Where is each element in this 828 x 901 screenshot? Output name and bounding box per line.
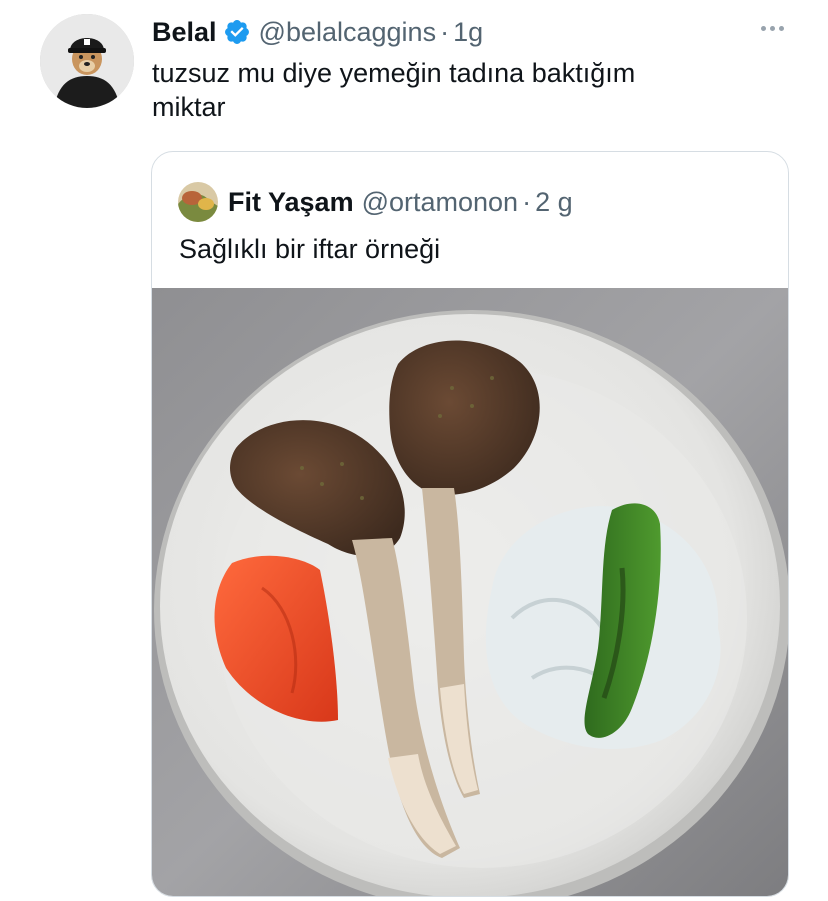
quoted-timestamp[interactable]: 2 g bbox=[535, 187, 573, 218]
quoted-tweet-card[interactable]: Fit Yaşam @ortamonon · 2 g Sağlıklı bir … bbox=[151, 151, 789, 897]
more-options-icon[interactable] bbox=[756, 16, 788, 40]
tweet: Belal @belalcaggins · 1g tuzsuz mu diye … bbox=[0, 0, 828, 901]
tweet-text: tuzsuz mu diye yemeğin tadına baktığım m… bbox=[152, 58, 636, 122]
quoted-author-handle[interactable]: @ortamonon bbox=[362, 187, 519, 218]
quoted-separator-dot: · bbox=[522, 186, 532, 217]
author-avatar[interactable] bbox=[40, 14, 134, 108]
verified-badge-icon bbox=[223, 18, 251, 46]
quoted-author-avatar[interactable] bbox=[178, 182, 218, 222]
author-name[interactable]: Belal bbox=[152, 17, 217, 48]
quoted-tweet-header: Fit Yaşam @ortamonon · 2 g bbox=[178, 182, 573, 222]
quoted-author-name[interactable]: Fit Yaşam bbox=[228, 187, 354, 218]
separator-dot: · bbox=[440, 16, 450, 47]
timestamp[interactable]: 1g bbox=[453, 17, 483, 48]
food-photo[interactable] bbox=[152, 288, 788, 896]
quoted-tweet-text: Sağlıklı bir iftar örneği bbox=[179, 234, 441, 264]
author-handle[interactable]: @belalcaggins bbox=[259, 17, 437, 48]
tweet-header: Belal @belalcaggins · 1g bbox=[152, 12, 483, 52]
